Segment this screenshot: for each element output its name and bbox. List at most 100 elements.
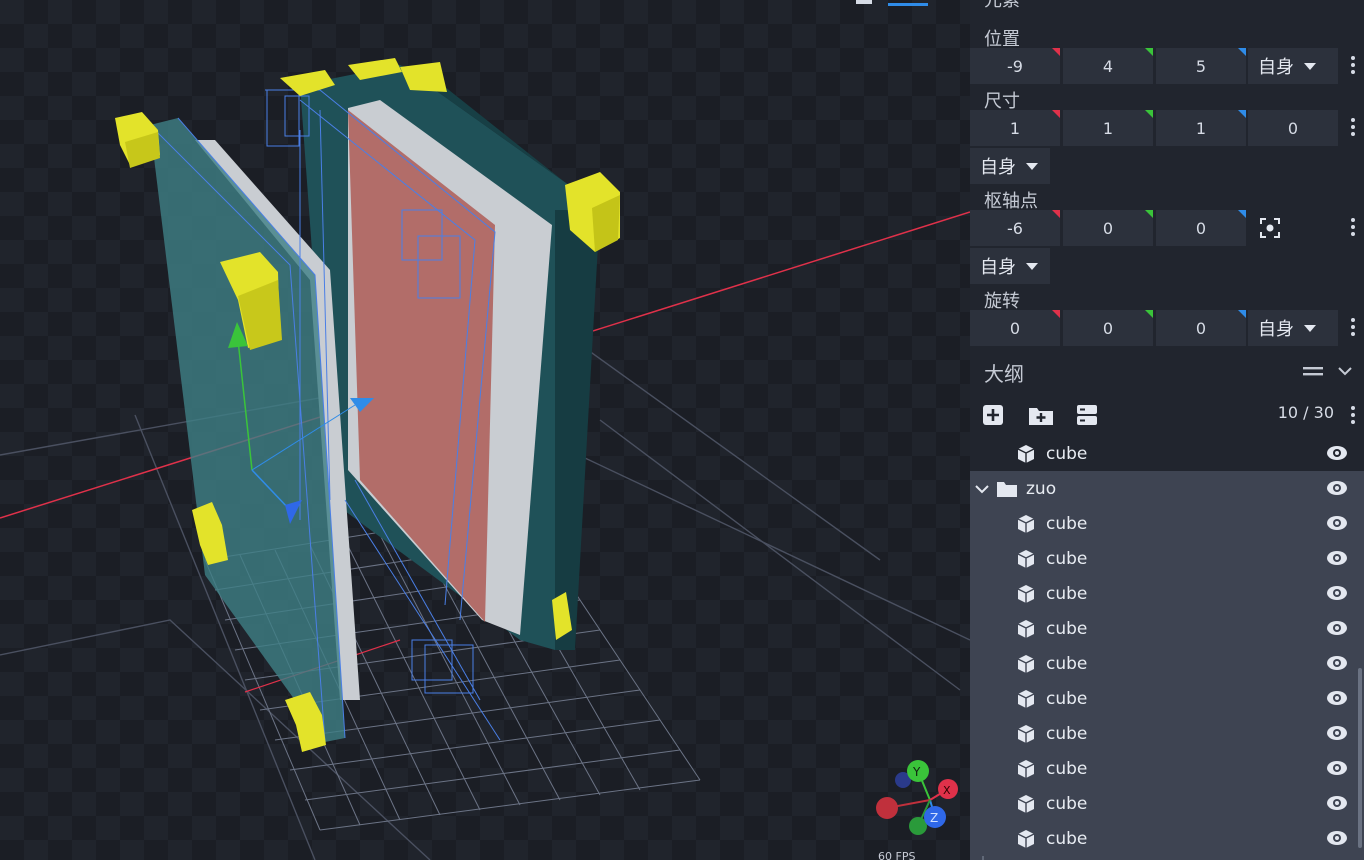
position-space-label: 自身: [1258, 57, 1294, 78]
gizmo-neg-y-ball: [909, 817, 927, 835]
pivot-y-input[interactable]: 0: [1063, 210, 1153, 246]
cube-icon: [1017, 794, 1035, 813]
gizmo-y-label: Y: [912, 765, 921, 779]
position-space-dropdown[interactable]: 自身: [1248, 48, 1338, 84]
outline-item-cube[interactable]: cube: [970, 611, 1364, 646]
outline-item-cube[interactable]: cube: [970, 751, 1364, 786]
outline-item-cube[interactable]: cube: [970, 506, 1364, 541]
chevron-down-icon: [1304, 324, 1316, 332]
outline-item-label: cube: [1046, 443, 1088, 464]
rotation-z-value: 0: [1195, 318, 1207, 338]
outline-item-cube[interactable]: cube: [970, 646, 1364, 681]
add-cube-icon[interactable]: [982, 404, 1004, 426]
visibility-eye-icon[interactable]: [1326, 619, 1348, 637]
position-row: -9 4 5 自身: [970, 48, 1364, 84]
visibility-eye-icon[interactable]: [1326, 549, 1348, 567]
rotation-row: 0 0 0 自身: [970, 310, 1364, 346]
element-section-title: 元素: [984, 0, 1020, 11]
cube-icon: [1017, 829, 1035, 848]
outline-item-cube[interactable]: cube: [970, 786, 1364, 821]
rotation-space-dropdown[interactable]: 自身: [1248, 310, 1338, 346]
outline-item-label: cube: [1046, 548, 1088, 569]
cube-icon: [1017, 654, 1035, 673]
chevron-down-icon[interactable]: [974, 483, 990, 495]
position-z-value: 5: [1195, 56, 1207, 76]
rotation-x-value: 0: [1009, 318, 1021, 338]
outline-item-cube[interactable]: cube: [970, 576, 1364, 611]
visibility-eye-icon[interactable]: [1326, 514, 1348, 532]
outline-item-label: cube: [1046, 723, 1088, 744]
pivot-more-icon[interactable]: [1351, 218, 1355, 239]
fps-counter: 60 FPS: [878, 850, 916, 860]
chevron-down-icon: [1304, 62, 1316, 70]
pivot-y-value: 0: [1102, 218, 1114, 238]
outline-title: 大纲: [984, 362, 1024, 386]
size-more-icon[interactable]: [1351, 118, 1355, 139]
outline-folder-label: zuo: [1026, 478, 1057, 499]
cube-icon: [1017, 584, 1035, 603]
cube-icon: [1017, 759, 1035, 778]
outline-item-cube[interactable]: cube: [970, 541, 1364, 576]
outline-item-cube[interactable]: cube: [970, 716, 1364, 751]
collection-icon[interactable]: [1076, 404, 1098, 426]
visibility-eye-icon[interactable]: [1326, 479, 1348, 497]
outline-item-label: cube: [1046, 758, 1088, 779]
outline-item-label: cube: [1046, 828, 1088, 849]
visibility-eye-icon[interactable]: [1326, 584, 1348, 602]
cube-icon: [1017, 514, 1035, 533]
viewport-tab-active[interactable]: [888, 3, 928, 6]
cube-icon: [1017, 549, 1035, 568]
size-x-input[interactable]: 1: [970, 110, 1060, 146]
outline-item-cube[interactable]: cube: [970, 821, 1364, 856]
app: Y X Z 60 FPS 元素 位置 -9 4 5 自身 尺寸 1 1 1 0: [0, 0, 1364, 860]
collapse-chevron-icon[interactable]: [1337, 365, 1353, 377]
pivot-x-input[interactable]: -6: [970, 210, 1060, 246]
rotation-x-input[interactable]: 0: [970, 310, 1060, 346]
visibility-eye-icon[interactable]: [1326, 689, 1348, 707]
viewport-3d[interactable]: Y X Z 60 FPS: [0, 0, 970, 860]
size-space-dropdown[interactable]: 自身: [970, 148, 1050, 184]
scene-canvas[interactable]: Y X Z: [0, 0, 970, 860]
rotation-y-input[interactable]: 0: [1063, 310, 1153, 346]
rotation-z-input[interactable]: 0: [1156, 310, 1246, 346]
outline-scrollbar[interactable]: [1358, 668, 1362, 848]
outline-tree: cube zuo cube cube cube cube cube cube c…: [970, 436, 1364, 860]
size-row: 1 1 1 0: [970, 110, 1364, 146]
size-y-value: 1: [1102, 118, 1114, 138]
outline-folder-zuo[interactable]: zuo: [970, 471, 1364, 506]
visibility-eye-icon[interactable]: [1326, 759, 1348, 777]
pivot-space-dropdown[interactable]: 自身: [970, 248, 1050, 284]
visibility-eye-icon[interactable]: [1326, 829, 1348, 847]
size-z-value: 1: [1195, 118, 1207, 138]
visibility-eye-icon[interactable]: [1326, 654, 1348, 672]
cube-icon: [1017, 619, 1035, 638]
viewport-tab-left[interactable]: [856, 0, 872, 4]
rotation-space-label: 自身: [1258, 319, 1294, 340]
position-more-icon[interactable]: [1351, 56, 1355, 77]
outline-item-cube[interactable]: cube: [970, 681, 1364, 716]
outline-more-icon[interactable]: [1351, 406, 1355, 427]
properties-panel: 元素 位置 -9 4 5 自身 尺寸 1 1 1 0 自身 枢轴点 -6 0 0: [970, 0, 1364, 860]
pivot-z-input[interactable]: 0: [1156, 210, 1246, 246]
center-pivot-icon[interactable]: [1259, 217, 1281, 239]
gizmo-neg-x-ball: [876, 797, 898, 819]
menu-lines-icon[interactable]: [1303, 365, 1323, 377]
add-group-icon[interactable]: [1028, 404, 1054, 426]
size-space-label: 自身: [980, 157, 1016, 178]
rotation-more-icon[interactable]: [1351, 318, 1355, 339]
position-x-input[interactable]: -9: [970, 48, 1060, 84]
visibility-eye-icon[interactable]: [1326, 724, 1348, 742]
position-y-input[interactable]: 4: [1063, 48, 1153, 84]
size-inflate-input[interactable]: 0: [1248, 110, 1338, 146]
gizmo-z-label: Z: [930, 811, 938, 825]
outline-item-top-cube[interactable]: cube: [970, 436, 1364, 471]
size-y-input[interactable]: 1: [1063, 110, 1153, 146]
visibility-eye-icon[interactable]: [1326, 444, 1348, 462]
size-z-input[interactable]: 1: [1156, 110, 1246, 146]
visibility-eye-icon[interactable]: [1326, 794, 1348, 812]
pivot-z-value: 0: [1195, 218, 1207, 238]
chevron-down-icon: [1026, 162, 1038, 170]
position-z-input[interactable]: 5: [1156, 48, 1246, 84]
pivot-x-value: -6: [1007, 218, 1023, 238]
cube-icon: [1017, 724, 1035, 743]
